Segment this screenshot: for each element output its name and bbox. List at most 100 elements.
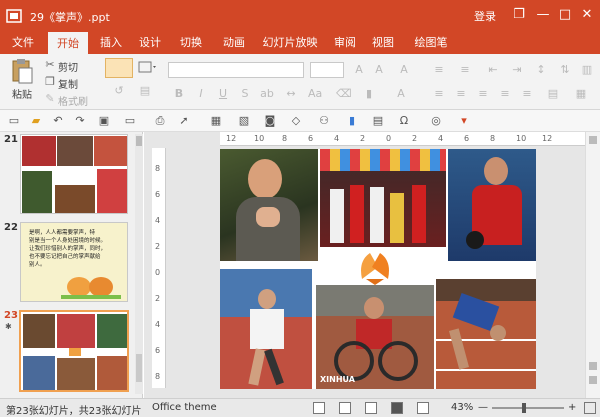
- login-button[interactable]: 登录: [474, 8, 496, 24]
- distribute-icon[interactable]: ≡: [520, 87, 534, 101]
- line-spacing-icon[interactable]: ↕: [534, 63, 548, 77]
- tab-view[interactable]: 视图: [366, 32, 400, 54]
- bullets-icon[interactable]: ≡: [432, 63, 446, 77]
- tab-slideshow[interactable]: 幻灯片放映: [258, 32, 322, 54]
- minimize-button[interactable]: —: [532, 4, 554, 26]
- cursor-icon[interactable]: ➚: [176, 113, 192, 129]
- slide-photo-sprinter-start[interactable]: [436, 279, 536, 389]
- italic-icon[interactable]: I: [194, 87, 208, 101]
- maximize-button[interactable]: □: [554, 4, 576, 26]
- slide-photo-applauding-man[interactable]: [220, 149, 318, 261]
- columns-icon[interactable]: ▥: [580, 63, 594, 77]
- layout-button[interactable]: [105, 58, 133, 78]
- scroll-thumb[interactable]: [136, 354, 142, 382]
- slide-photo-wheelchair-racer[interactable]: XINHUA: [316, 285, 434, 389]
- slide-photo-table-tennis[interactable]: [448, 149, 536, 261]
- clear-format-icon[interactable]: ⌫: [336, 87, 352, 101]
- reading-view-icon[interactable]: [365, 402, 377, 414]
- zoom-slider[interactable]: [492, 403, 564, 413]
- justify-icon[interactable]: ≡: [498, 87, 512, 101]
- zoom-out-button[interactable]: —: [478, 402, 488, 413]
- current-slide-canvas[interactable]: XINHUA: [220, 149, 536, 389]
- close-button[interactable]: ✕: [576, 4, 598, 26]
- customize-icon[interactable]: ▾: [456, 113, 472, 129]
- next-slide-icon[interactable]: [589, 376, 597, 384]
- clapping-hands-icon[interactable]: [356, 249, 394, 285]
- editor-scrollbar[interactable]: [585, 132, 600, 398]
- fit-window-icon[interactable]: [584, 402, 596, 414]
- text-direction-icon[interactable]: ⇅: [558, 63, 572, 77]
- chart-icon[interactable]: ▮: [344, 113, 360, 129]
- underline-icon[interactable]: U: [216, 87, 230, 101]
- smartart-qat-icon[interactable]: ⚇: [316, 113, 332, 129]
- decrease-indent-icon[interactable]: ⇤: [486, 63, 500, 77]
- ribbon-toggle-icon[interactable]: ❐: [508, 4, 530, 26]
- zoom-slider-thumb[interactable]: [522, 403, 526, 413]
- symbol-icon[interactable]: Ω: [396, 113, 412, 129]
- tab-transitions[interactable]: 切换: [174, 32, 208, 54]
- align-text-icon[interactable]: ▤: [546, 87, 560, 101]
- slide-photo-athletes-group[interactable]: [320, 149, 446, 247]
- camera-icon[interactable]: ◙: [262, 113, 278, 129]
- tab-file[interactable]: 文件: [6, 32, 40, 54]
- open-folder-icon[interactable]: ▰: [28, 113, 44, 129]
- table-icon[interactable]: ▦: [208, 113, 224, 129]
- reset-icon[interactable]: ↺: [112, 84, 126, 98]
- slideshow-view-icon[interactable]: [417, 402, 429, 414]
- new-slide-icon[interactable]: ▤: [138, 84, 152, 98]
- highlight-icon[interactable]: ▮: [362, 87, 376, 101]
- save-icon[interactable]: ▣: [96, 113, 112, 129]
- prev-slide-icon[interactable]: [589, 362, 597, 370]
- tab-insert[interactable]: 插入: [94, 32, 128, 54]
- scroll-up-arrow[interactable]: [589, 136, 597, 144]
- thumbnail-scrollbar[interactable]: [135, 134, 143, 394]
- cut-button[interactable]: 剪切: [58, 59, 78, 74]
- grow-font-icon[interactable]: A: [352, 63, 366, 77]
- shrink-font-icon[interactable]: A: [372, 63, 386, 77]
- undo-icon[interactable]: ↶: [50, 113, 66, 129]
- slide-thumbnail-22[interactable]: 是啊，人人都需要掌声，特 别是当一个人身处困境的时候。 让我们珍惜别人的掌声，同…: [20, 222, 128, 302]
- slide-thumbnail-23[interactable]: [19, 310, 129, 392]
- section-icon[interactable]: [138, 60, 158, 76]
- text-color-icon[interactable]: A: [394, 87, 408, 101]
- font-name-select[interactable]: [168, 62, 304, 78]
- font-size-select[interactable]: [310, 62, 344, 78]
- align-right-icon[interactable]: ≡: [476, 87, 490, 101]
- zoom-in-button[interactable]: +: [568, 402, 576, 413]
- sorter-view-icon[interactable]: [339, 402, 351, 414]
- copy-icon[interactable]: ❐: [43, 75, 57, 89]
- normal-view-icon[interactable]: [391, 402, 403, 414]
- font-color-icon[interactable]: A: [397, 63, 411, 77]
- preview-icon[interactable]: ▭: [122, 113, 138, 129]
- scroll-up-arrow[interactable]: [136, 136, 142, 146]
- slide-thumbnail-21[interactable]: [20, 134, 128, 214]
- smartart-icon[interactable]: ▦: [574, 87, 588, 101]
- slide-photo-runner[interactable]: [220, 269, 312, 389]
- tab-animations[interactable]: 动画: [217, 32, 251, 54]
- paste-icon[interactable]: [10, 58, 34, 84]
- redo-icon[interactable]: ↷: [72, 113, 88, 129]
- format-painter-button[interactable]: 格式刷: [58, 93, 88, 108]
- tab-home[interactable]: 开始: [48, 32, 88, 54]
- tab-pen[interactable]: 绘图笔: [408, 32, 454, 54]
- align-left-icon[interactable]: ≡: [432, 87, 446, 101]
- notes-view-icon[interactable]: [313, 402, 325, 414]
- tab-review[interactable]: 审阅: [328, 32, 362, 54]
- strikethrough-icon[interactable]: ab: [260, 87, 274, 101]
- spacing-icon[interactable]: ↔: [284, 87, 298, 101]
- increase-indent-icon[interactable]: ⇥: [510, 63, 524, 77]
- shapes-icon[interactable]: ◇: [288, 113, 304, 129]
- copy-button[interactable]: 复制: [58, 76, 78, 91]
- shadow-icon[interactable]: S: [238, 87, 252, 101]
- tab-design[interactable]: 设计: [133, 32, 167, 54]
- change-case-icon[interactable]: Aa: [308, 87, 322, 101]
- numbering-icon[interactable]: ≡: [458, 63, 472, 77]
- new-file-icon[interactable]: ▭: [6, 113, 22, 129]
- scissors-icon[interactable]: ✂: [43, 58, 57, 72]
- picture-icon[interactable]: ▧: [236, 113, 252, 129]
- textbox-icon[interactable]: ▤: [370, 113, 386, 129]
- print-icon[interactable]: ⎙: [152, 113, 168, 129]
- paste-label[interactable]: 粘贴: [12, 86, 32, 101]
- bold-icon[interactable]: B: [172, 87, 186, 101]
- align-center-icon[interactable]: ≡: [454, 87, 468, 101]
